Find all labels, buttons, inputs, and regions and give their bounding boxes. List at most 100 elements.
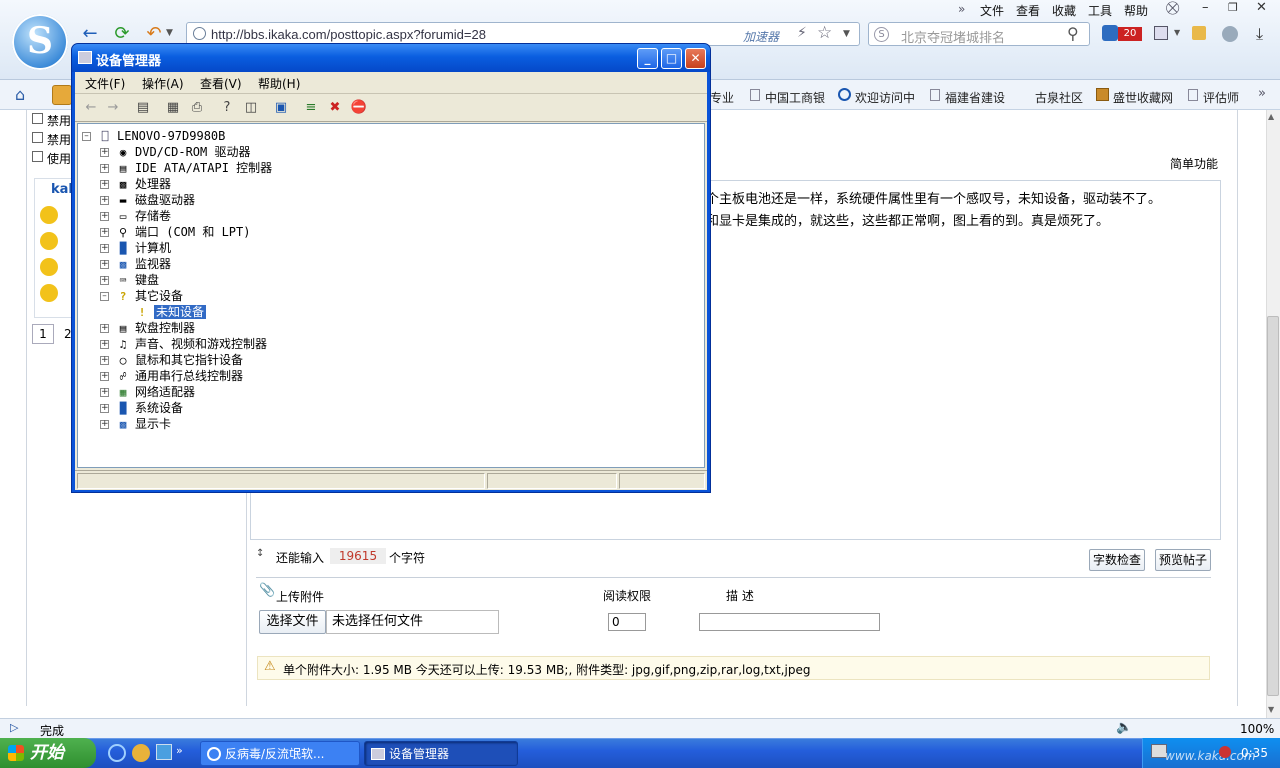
menu-favorites[interactable]: 收藏 — [1052, 2, 1076, 19]
dm-forward-icon[interactable]: → — [103, 98, 123, 118]
notification-badge[interactable]: 20 — [1118, 27, 1142, 41]
skin-icon[interactable]: ⛒ — [1166, 1, 1179, 16]
tree-item-system[interactable]: + █ 系统设备 — [100, 400, 183, 416]
description-input[interactable] — [699, 613, 880, 631]
tree-item-display[interactable]: + ▩ 显示卡 — [100, 416, 171, 432]
zoom-level[interactable]: 100% — [1240, 722, 1274, 736]
tab-favicon-icon[interactable] — [52, 85, 72, 105]
close-icon[interactable]: ✕ — [1256, 0, 1267, 15]
checkbox-1[interactable] — [32, 113, 43, 124]
tree-item-storage[interactable]: + ▭ 存储卷 — [100, 208, 171, 224]
tree-item-mouse[interactable]: + ◯ 鼠标和其它指针设备 — [100, 352, 243, 368]
browser-logo-icon[interactable]: S — [12, 14, 68, 70]
checkbox-3[interactable] — [32, 151, 43, 162]
bookmarks-more-icon[interactable]: » — [1258, 86, 1266, 101]
address-dropdown-icon[interactable]: ▼ — [843, 29, 850, 39]
bookmark-6[interactable]: 盛世收藏网 — [1113, 89, 1173, 106]
tree-item-disk[interactable]: + ▬ 磁盘驱动器 — [100, 192, 195, 208]
menu-tools[interactable]: 工具 — [1088, 2, 1112, 19]
dm-properties-icon[interactable]: ▦ — [163, 98, 183, 118]
bookmark-3[interactable]: 欢迎访问中 — [855, 89, 915, 106]
taskbar-item-browser[interactable]: 反病毒/反流氓软... — [200, 741, 360, 766]
resize-arrows-icon[interactable]: ↕ — [256, 548, 264, 559]
search-icon[interactable]: ⚲ — [1067, 24, 1079, 43]
volume-icon[interactable]: 🔈 — [1116, 720, 1132, 735]
minimize-icon[interactable]: – — [1202, 0, 1209, 15]
search-box[interactable]: S 北京夺冠堵城排名 ⚲ — [868, 22, 1090, 46]
emoji-1-icon[interactable] — [40, 206, 58, 224]
quicklaunch-qq-icon[interactable] — [132, 744, 150, 762]
menu-file[interactable]: 文件 — [980, 2, 1004, 19]
tree-root[interactable]: – ⎕ LENOVO-97D9980B — [82, 128, 225, 144]
bookmark-5[interactable]: 古泉社区 — [1035, 89, 1083, 106]
more-options-icon[interactable] — [1222, 26, 1238, 42]
dm-console-tree-icon[interactable]: ▤ — [133, 98, 153, 118]
restore-icon[interactable]: ❐ — [1228, 1, 1238, 14]
screenshot-dropdown-icon[interactable]: ▼ — [1174, 28, 1180, 37]
tree-item-ide[interactable]: + ▤ IDE ATA/ATAPI 控制器 — [100, 160, 272, 176]
checkbox-2[interactable] — [32, 132, 43, 143]
quicklaunch-app-icon[interactable] — [156, 744, 172, 760]
tree-item-dvd[interactable]: + ◉ DVD/CD-ROM 驱动器 — [100, 144, 250, 160]
dm-close-button[interactable]: ✕ — [685, 48, 706, 69]
dm-help-icon[interactable]: ? — [217, 98, 237, 118]
tree-item-unknown-device[interactable]: ! 未知设备 — [134, 304, 207, 320]
read-permission-input[interactable]: 0 — [608, 613, 646, 631]
emoji-4-icon[interactable] — [40, 284, 58, 302]
lightning-icon[interactable]: ⚡ — [797, 25, 807, 41]
scroll-down-icon[interactable]: ▼ — [1268, 705, 1274, 714]
tree-item-keyboard[interactable]: + ⌨ 键盘 — [100, 272, 159, 288]
dm-scan-hardware-icon[interactable]: ▣ — [271, 98, 291, 118]
scroll-up-icon[interactable]: ▲ — [1268, 112, 1274, 121]
bookmark-1[interactable]: 专业 — [710, 89, 734, 106]
dm-back-icon[interactable]: ← — [81, 98, 101, 118]
search-engine-icon[interactable]: S — [874, 27, 889, 42]
dm-minimize-button[interactable]: _ — [637, 48, 658, 69]
device-manager-titlebar[interactable]: 设备管理器 _ □ ✕ — [72, 44, 710, 72]
quicklaunch-ie-icon[interactable] — [108, 744, 126, 762]
preview-button[interactable]: 预览帖子 — [1155, 549, 1211, 571]
tree-item-ports[interactable]: + ⚲ 端口 (COM 和 LPT) — [100, 224, 250, 240]
dm-update-driver-icon[interactable]: ≡ — [301, 98, 321, 118]
scrollbar-thumb[interactable] — [1267, 316, 1279, 696]
dm-menu-help[interactable]: 帮助(H) — [258, 75, 300, 92]
emoji-2-icon[interactable] — [40, 232, 58, 250]
emoji-3-icon[interactable] — [40, 258, 58, 276]
sidebar-toggle-icon[interactable] — [1192, 26, 1206, 40]
tree-item-processor[interactable]: + ▩ 处理器 — [100, 176, 171, 192]
undo-dropdown-icon[interactable]: ▼ — [166, 28, 173, 38]
dm-print-icon[interactable]: ⎙ — [187, 98, 207, 118]
dm-maximize-button[interactable]: □ — [661, 48, 682, 69]
menu-view[interactable]: 查看 — [1016, 2, 1040, 19]
menu-help[interactable]: 帮助 — [1124, 2, 1148, 19]
tree-item-other[interactable]: –? 其它设备 — [100, 288, 183, 304]
device-tree[interactable]: – ⎕ LENOVO-97D9980B + ◉ DVD/CD-ROM 驱动器 + ▤ IDE… — [77, 123, 705, 468]
tree-item-computer[interactable]: + █ 计算机 — [100, 240, 171, 256]
bookmark-4[interactable]: 福建省建设 — [945, 89, 1005, 106]
tree-item-network[interactable]: + ▦ 网络适配器 — [100, 384, 195, 400]
dm-menu-view[interactable]: 查看(V) — [200, 75, 242, 92]
screenshot-icon[interactable] — [1154, 26, 1168, 40]
home-icon[interactable]: ⌂ — [15, 85, 25, 104]
tree-item-floppy[interactable]: + ▤ 软盘控制器 — [100, 320, 195, 336]
quicklaunch-more-icon[interactable]: » — [176, 744, 183, 757]
accelerator-label[interactable]: 加速器 — [743, 28, 779, 45]
tree-item-sound[interactable]: + ♫ 声音、视频和游戏控制器 — [100, 336, 267, 352]
taskbar-item-device-manager[interactable]: 设备管理器 — [364, 741, 518, 766]
bookmark-7[interactable]: 评估师 — [1203, 89, 1239, 106]
zoom-search-icon[interactable] — [1102, 25, 1118, 41]
page-number-1[interactable]: 1 — [32, 324, 54, 344]
dm-menu-file[interactable]: 文件(F) — [85, 75, 125, 92]
word-check-button[interactable]: 字数检查 — [1089, 549, 1145, 571]
dm-disable-icon[interactable]: ⛔ — [349, 98, 369, 118]
tray-antivirus-icon[interactable] — [1219, 746, 1231, 758]
simple-mode-link[interactable]: 简单功能 — [1170, 155, 1218, 172]
choose-file-button[interactable]: 选择文件 — [259, 610, 326, 634]
dm-view-icon[interactable]: ◫ — [241, 98, 261, 118]
favorite-star-icon[interactable]: ☆ — [817, 23, 832, 43]
start-button[interactable]: 开始 — [0, 738, 96, 768]
menu-more-icon[interactable]: » — [958, 2, 965, 16]
tree-item-monitor[interactable]: + ▩ 监视器 — [100, 256, 171, 272]
dm-uninstall-icon[interactable]: ✖ — [325, 98, 345, 118]
dm-menu-action[interactable]: 操作(A) — [142, 75, 184, 92]
